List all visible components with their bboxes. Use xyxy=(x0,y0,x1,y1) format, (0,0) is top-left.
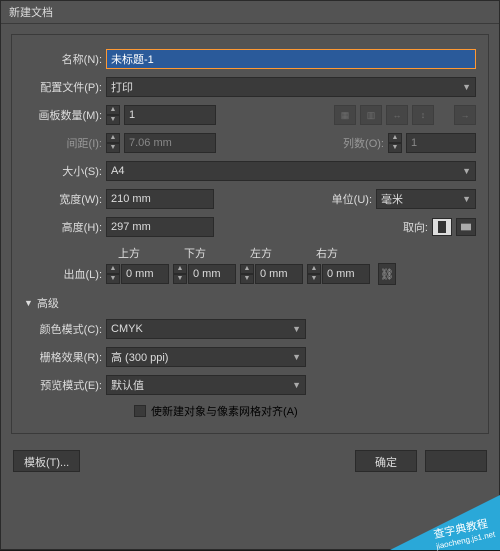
colormode-select[interactable]: CMYK▼ xyxy=(106,319,306,339)
bleed-left-input[interactable] xyxy=(255,264,303,284)
grid-by-row-icon[interactable]: ▦ xyxy=(334,105,356,125)
bleed-left-stepper[interactable]: ▲▼ xyxy=(240,264,254,284)
spacing-input xyxy=(124,133,216,153)
orient-portrait-button[interactable] xyxy=(432,218,452,236)
units-label: 单位(U): xyxy=(320,191,372,207)
raster-label: 栅格效果(R): xyxy=(24,349,102,365)
preview-select[interactable]: 默认值▼ xyxy=(106,375,306,395)
bleed-top-label: 上方 xyxy=(118,245,180,261)
units-select[interactable]: 毫米▼ xyxy=(376,189,476,209)
bleed-right-stepper[interactable]: ▲▼ xyxy=(307,264,321,284)
profile-label: 配置文件(P): xyxy=(24,79,102,95)
chevron-down-icon: ▼ xyxy=(292,324,301,334)
arrange-row-icon[interactable]: ↔ xyxy=(386,105,408,125)
columns-input xyxy=(406,133,476,153)
ok-button[interactable]: 确定 xyxy=(355,450,417,472)
chevron-down-icon: ▼ xyxy=(292,352,301,362)
colormode-label: 颜色模式(C): xyxy=(24,321,102,337)
cancel-button[interactable] xyxy=(425,450,487,472)
artboards-label: 画板数量(M): xyxy=(24,107,102,123)
dialog-title: 新建文档 xyxy=(1,1,499,24)
profile-select[interactable]: 打印▼ xyxy=(106,77,476,97)
new-document-dialog: 新建文档 名称(N): 配置文件(P): 打印▼ 画板数量(M): ▲▼ ▦ ▥… xyxy=(0,0,500,550)
preview-label: 预览模式(E): xyxy=(24,377,102,393)
width-label: 宽度(W): xyxy=(24,191,102,207)
artboards-input[interactable] xyxy=(124,105,216,125)
bleed-left-label: 左方 xyxy=(250,245,312,261)
link-bleed-icon[interactable]: ⛓ xyxy=(378,263,396,285)
columns-stepper: ▲▼ xyxy=(388,133,402,153)
name-label: 名称(N): xyxy=(24,51,102,67)
align-pixel-checkbox[interactable] xyxy=(134,405,146,417)
chevron-down-icon: ▼ xyxy=(462,82,471,92)
artboards-stepper[interactable]: ▲▼ xyxy=(106,105,120,125)
triangle-down-icon: ▼ xyxy=(24,298,33,308)
orient-label: 取向: xyxy=(392,219,428,235)
width-input[interactable] xyxy=(106,189,214,209)
bleed-bottom-stepper[interactable]: ▲▼ xyxy=(173,264,187,284)
bleed-bottom-label: 下方 xyxy=(184,245,246,261)
arrange-col-icon[interactable]: ↕ xyxy=(412,105,434,125)
name-input[interactable] xyxy=(106,49,476,69)
height-input[interactable] xyxy=(106,217,214,237)
bleed-right-label: 右方 xyxy=(316,245,378,261)
chevron-down-icon: ▼ xyxy=(292,380,301,390)
align-pixel-label: 使新建对象与像素网格对齐(A) xyxy=(151,403,298,419)
chevron-down-icon: ▼ xyxy=(462,194,471,204)
bleed-top-stepper[interactable]: ▲▼ xyxy=(106,264,120,284)
bleed-bottom-input[interactable] xyxy=(188,264,236,284)
template-button[interactable]: 模板(T)... xyxy=(13,450,80,472)
main-panel: 名称(N): 配置文件(P): 打印▼ 画板数量(M): ▲▼ ▦ ▥ ↔ ↕ … xyxy=(11,34,489,434)
spacing-stepper: ▲▼ xyxy=(106,133,120,153)
bleed-right-input[interactable] xyxy=(322,264,370,284)
columns-label: 列数(O): xyxy=(332,135,384,151)
raster-select[interactable]: 高 (300 ppi)▼ xyxy=(106,347,306,367)
chevron-down-icon: ▼ xyxy=(462,166,471,176)
orient-landscape-button[interactable] xyxy=(456,218,476,236)
advanced-section-toggle[interactable]: ▼ 高级 xyxy=(24,295,476,311)
grid-by-col-icon[interactable]: ▥ xyxy=(360,105,382,125)
bleed-top-input[interactable] xyxy=(121,264,169,284)
bleed-label: 出血(L): xyxy=(24,266,102,282)
arrange-rtl-icon[interactable]: → xyxy=(454,105,476,125)
size-select[interactable]: A4▼ xyxy=(106,161,476,181)
size-label: 大小(S): xyxy=(24,163,102,179)
height-label: 高度(H): xyxy=(24,219,102,235)
footer: 模板(T)... 确定 xyxy=(1,444,499,484)
spacing-label: 间距(I): xyxy=(24,135,102,151)
